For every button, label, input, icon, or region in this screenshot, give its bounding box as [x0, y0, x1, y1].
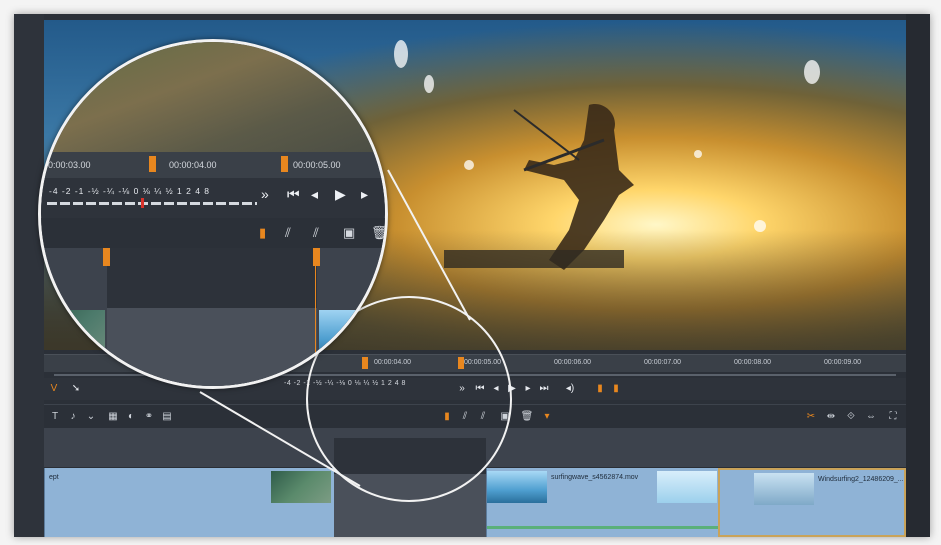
- clip[interactable]: Windsurfing2_12486209_...: [718, 468, 906, 537]
- splash: [424, 75, 434, 93]
- speed-indicator: [141, 198, 144, 208]
- clip-thumbnail: [487, 471, 547, 503]
- clip-thumbnail: [271, 471, 331, 503]
- ruler-label: 00:00:07.00: [644, 359, 681, 366]
- left-panel-edge: [14, 14, 44, 537]
- playhead-line: [315, 266, 316, 386]
- magnified-ruler: 00:00:03.00 00:00:04.00 00:00:05.00: [41, 152, 385, 178]
- magnified-preview: [41, 42, 385, 152]
- ruler-label: 00:00:04.00: [169, 160, 217, 170]
- ruler-label: 00:00:05.00: [293, 160, 341, 170]
- speed-bar: [47, 202, 257, 205]
- clip-name: Windsurfing2_12486209_...: [818, 476, 904, 483]
- split-icon: ⫽: [285, 225, 291, 240]
- film-icon[interactable]: ▤: [160, 410, 174, 424]
- mark-out-icon[interactable]: ▮: [610, 382, 622, 396]
- step-forward-icon[interactable]: ▸: [522, 382, 534, 396]
- text-tool-icon[interactable]: T: [48, 410, 62, 424]
- trash-icon[interactable]: 🗑: [520, 410, 534, 424]
- clip[interactable]: surfingwave_s4562874.mov: [486, 468, 719, 537]
- trash-icon: 🗑: [371, 225, 388, 240]
- mark-out-marker: [313, 248, 320, 266]
- zoom-magnifier: 00:00:03.00 00:00:04.00 00:00:05.00 -4 -…: [38, 39, 388, 389]
- fit-width-icon[interactable]: ⇹: [824, 410, 838, 424]
- chevron-down-icon[interactable]: ⌄: [84, 410, 98, 424]
- color-icon[interactable]: ◐: [124, 410, 138, 424]
- clip-name: surfingwave_s4562874.mov: [551, 474, 639, 481]
- speed-scale: -4 -2 -1 -½ -¼ -⅛ 0 ⅛ ¼ ½ 1 2 4 8: [49, 186, 211, 196]
- splash: [754, 220, 766, 232]
- splash: [394, 40, 408, 68]
- step-back-icon: ◂: [311, 186, 319, 202]
- volume-icon[interactable]: ◂): [564, 382, 576, 396]
- audio-line: [487, 526, 719, 529]
- splash: [464, 160, 474, 170]
- razor-icon[interactable]: ✂: [804, 410, 818, 424]
- clip-thumbnail: [319, 310, 385, 358]
- mark-in-icon[interactable]: ▮: [594, 382, 606, 396]
- clip-thumbnail: [754, 473, 814, 505]
- ruler-label: 00:00:03.00: [43, 160, 91, 170]
- split-all-icon: ⫽: [313, 225, 319, 240]
- play-icon: ▶: [335, 186, 346, 202]
- magnified-transport: -4 -2 -1 -½ -¼ -⅛ 0 ⅛ ¼ ½ 1 2 4 8 » ⏮ ◂ …: [41, 178, 385, 214]
- audio-tool-icon[interactable]: ♪: [66, 410, 80, 424]
- zoom-icon[interactable]: ⇔: [864, 410, 878, 424]
- right-panel-edge: [906, 14, 930, 537]
- clip[interactable]: ept: [44, 468, 334, 537]
- clip-thumbnail: [657, 471, 717, 503]
- clip-name: ept: [49, 474, 59, 481]
- skip-forward-icon[interactable]: ⏭: [538, 382, 550, 396]
- film-icon: ▣: [343, 225, 356, 240]
- magnified-toolbar: ▮ ⫽ ⫽ ▣ 🗑: [41, 218, 388, 248]
- splash: [804, 60, 820, 84]
- grid-icon[interactable]: ▦: [106, 410, 120, 424]
- link-icon[interactable]: ⚭: [142, 410, 156, 424]
- mark-in-icon: ▮: [259, 225, 267, 240]
- snap-icon[interactable]: ⟐: [844, 410, 858, 424]
- clip-thumbnail: [41, 310, 105, 358]
- mark-out-marker: [281, 156, 288, 172]
- fast-forward-icon: »: [261, 186, 269, 202]
- fullscreen-icon[interactable]: ⛶: [886, 410, 900, 424]
- ruler-label: 00:00:08.00: [734, 359, 771, 366]
- ruler-label: 00:00:06.00: [554, 359, 591, 366]
- mark-in-marker: [149, 156, 156, 172]
- skip-back-icon: ⏮: [287, 186, 300, 202]
- magnified-track: [41, 248, 385, 386]
- splash: [694, 150, 702, 158]
- marker-icon[interactable]: ▾: [540, 410, 554, 424]
- mark-in-marker: [103, 248, 110, 266]
- step-forward-icon: ▸: [361, 186, 369, 202]
- ruler-label: 00:00:09.00: [824, 359, 861, 366]
- timeline-gap-selection: [107, 248, 317, 308]
